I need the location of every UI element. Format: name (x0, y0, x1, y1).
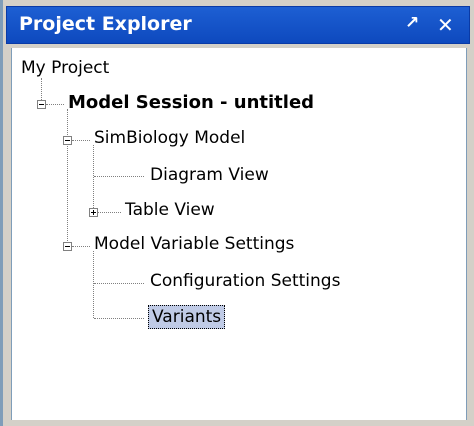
collapse-variable-settings-icon[interactable] (63, 242, 72, 251)
tree-line (72, 140, 90, 141)
tree-item-diagram-view[interactable]: Diagram View (150, 165, 269, 185)
tree-line (94, 176, 144, 177)
tree-line (94, 283, 144, 284)
project-tree: My Project Model Session - untitled SimB… (11, 48, 467, 426)
tree-line (41, 78, 42, 102)
tree-item-model-variable-settings[interactable]: Model Variable Settings (94, 234, 294, 254)
panel-title: Project Explorer (19, 13, 192, 35)
panel-titlebar: Project Explorer ↗ ✕ (6, 6, 470, 44)
tree-line (94, 318, 144, 319)
tree-item-configuration-settings[interactable]: Configuration Settings (150, 271, 340, 291)
tree-item-table-view[interactable]: Table View (125, 200, 215, 220)
tree-item-my-project[interactable]: My Project (21, 58, 109, 78)
collapse-session-icon[interactable] (37, 100, 46, 109)
tree-line (46, 104, 64, 105)
expand-table-view-icon[interactable] (89, 208, 98, 217)
tree-line (93, 145, 94, 212)
tree-item-model-session[interactable]: Model Session - untitled (68, 92, 314, 113)
tree-line (93, 251, 94, 318)
tree-line (67, 109, 68, 251)
project-explorer-panel: Project Explorer ↗ ✕ My Project Model Se… (0, 0, 474, 426)
collapse-model-icon[interactable] (63, 136, 72, 145)
pin-icon[interactable]: ↗ (405, 13, 419, 33)
close-icon[interactable]: ✕ (437, 13, 454, 37)
panel-bottom-edge (6, 420, 473, 426)
tree-item-variants-selected[interactable]: Variants (148, 305, 226, 329)
tree-line (72, 246, 90, 247)
tree-line (98, 212, 121, 213)
tree-item-simbiology-model[interactable]: SimBiology Model (94, 128, 245, 148)
